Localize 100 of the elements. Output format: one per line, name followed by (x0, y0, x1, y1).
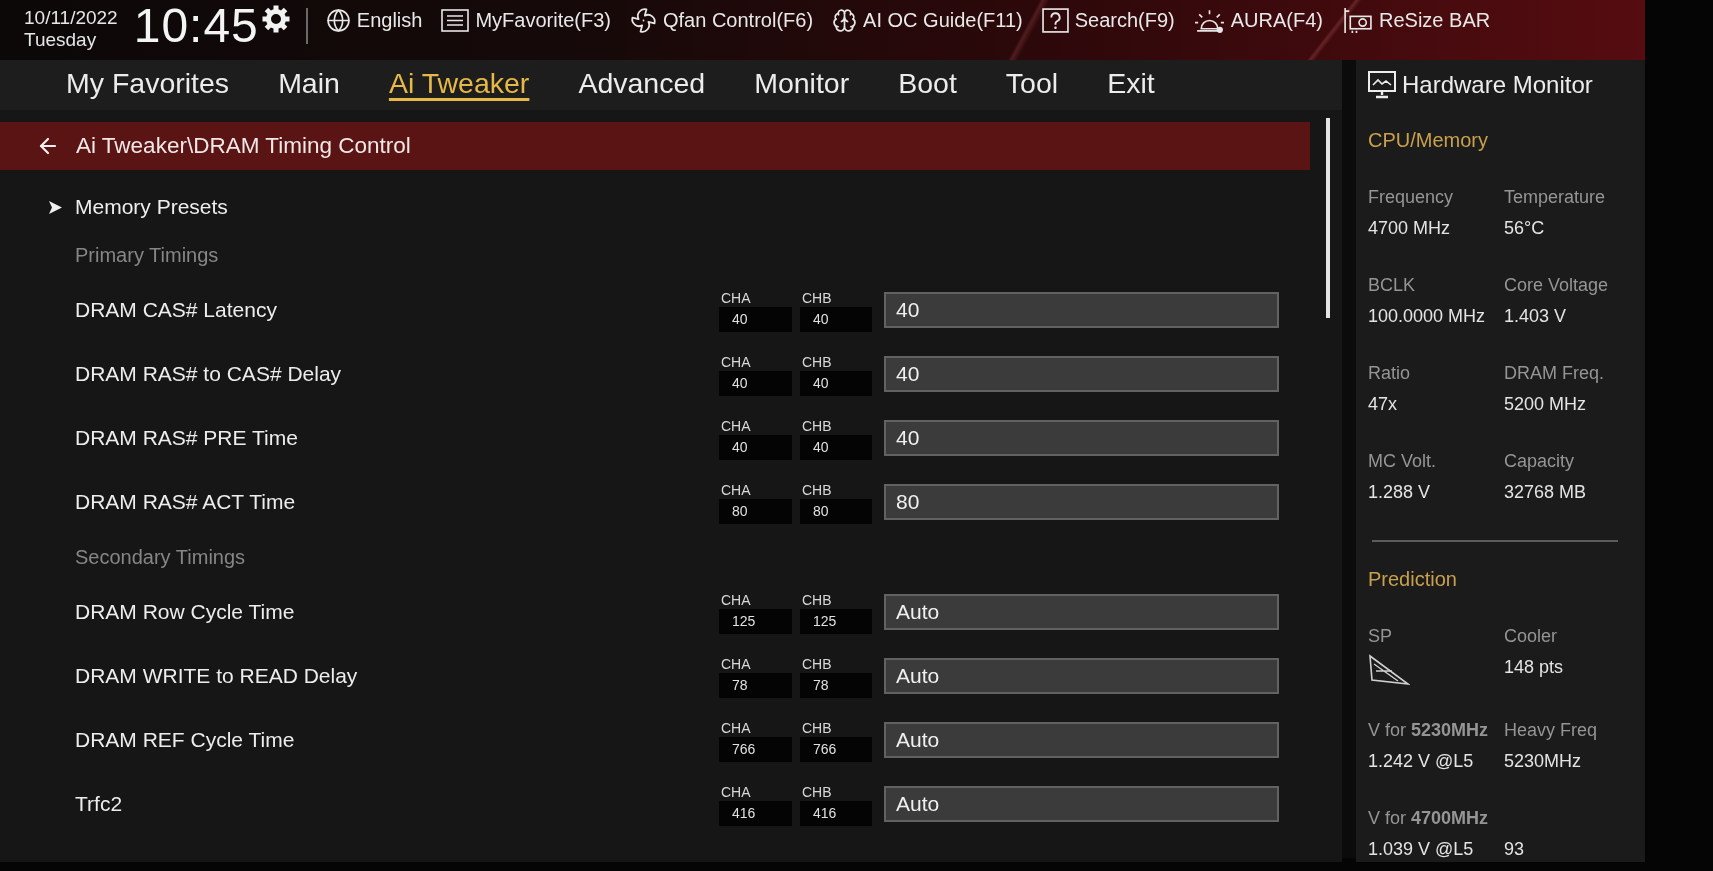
date-text: 10/11/2022 (24, 7, 118, 29)
channel-value: 766 (719, 736, 792, 762)
stat-label: Cooler (1504, 625, 1558, 648)
channel-label: CHB (801, 782, 832, 801)
channel-label: CHB (801, 480, 832, 499)
stat-label: Temperature (1504, 186, 1606, 209)
channel-label: CHA (720, 782, 751, 801)
triangle-icon (1368, 654, 1410, 686)
channel-value: 40 (800, 434, 872, 460)
value-field[interactable]: 40 (884, 292, 1279, 328)
menu-tab[interactable]: Ai Tweaker (388, 63, 530, 107)
channel-label: CHB (801, 352, 832, 371)
channel-value: 416 (800, 800, 872, 826)
lamp-icon (1193, 7, 1225, 33)
question-icon (1041, 7, 1069, 33)
toolbar-button[interactable]: ReSize BAR (1342, 6, 1491, 34)
channel-value: 78 (800, 672, 872, 698)
menu-tab[interactable]: Boot (898, 63, 957, 107)
list-icon (441, 8, 470, 32)
stat-value: 1.403 V (1504, 305, 1567, 328)
menu-tab[interactable]: Advanced (578, 63, 706, 107)
stat-label: SP (1368, 625, 1392, 648)
toolbar-button[interactable]: Qfan Control(F6) (630, 6, 814, 34)
toolbar-button[interactable]: MyFavorite(F3) (441, 8, 611, 32)
channel-label: CHA (720, 288, 751, 307)
channel-label: CHA (720, 718, 751, 737)
value-field[interactable]: 80 (884, 484, 1279, 520)
stat-label: Ratio (1368, 362, 1411, 385)
channel-value: 80 (719, 498, 792, 524)
value-field[interactable]: Auto (884, 594, 1279, 630)
section-heading: Secondary Timings (75, 545, 246, 569)
day-text: Tuesday (24, 29, 97, 51)
channel-label: CHB (801, 416, 832, 435)
stat-label: Frequency (1368, 186, 1454, 209)
stat-label: DRAM Freq. (1504, 362, 1604, 385)
stat-label: Core Voltage (1504, 274, 1609, 297)
submenu-item[interactable]: Memory Presets (0, 182, 228, 232)
setting-label: DRAM REF Cycle Time (75, 728, 295, 752)
toolbar-button[interactable]: Search(F9) (1041, 7, 1175, 33)
stat-value: 5200 MHz (1504, 393, 1587, 416)
channel-label: CHA (720, 480, 751, 499)
settings-icon[interactable] (261, 5, 290, 33)
stat-value: 1.242 V @L5 (1368, 750, 1474, 773)
stat-value: 32768 MB (1504, 481, 1587, 504)
channel-label: CHB (801, 288, 832, 307)
channel-label: CHB (801, 654, 832, 673)
channel-value: 125 (719, 608, 792, 634)
globe-icon (325, 7, 351, 33)
arrowhead-icon (49, 200, 62, 214)
menu-tab[interactable]: Main (278, 63, 340, 107)
channel-value: 40 (719, 434, 792, 460)
stat-value: 5230MHz (1504, 750, 1582, 773)
stat-value: 100.0000 MHz (1368, 305, 1486, 328)
channel-value: 40 (800, 306, 872, 332)
channel-value: 80 (800, 498, 872, 524)
channel-value: 40 (719, 306, 792, 332)
monitor-icon (1368, 71, 1396, 99)
channel-label: CHB (801, 590, 832, 609)
stat-value: 1.288 V (1368, 481, 1431, 504)
setting-label: DRAM Row Cycle Time (75, 600, 295, 624)
menu-tab[interactable]: Exit (1107, 63, 1155, 107)
setting-label: DRAM RAS# to CAS# Delay (75, 362, 342, 386)
toolbar-button[interactable]: English (325, 7, 423, 33)
channel-label: CHA (720, 352, 751, 371)
clock-time: 10:45 (133, 2, 259, 50)
setting-label: DRAM WRITE to READ Delay (75, 664, 358, 688)
stat-label: BCLK (1368, 274, 1416, 297)
channel-label: CHA (720, 654, 751, 673)
toolbar-button[interactable]: AI OC Guide(F11) (832, 7, 1023, 33)
fan-icon (630, 6, 657, 34)
toolbar-button[interactable]: AURA(F4) (1193, 7, 1323, 33)
menu-tab[interactable]: Monitor (754, 63, 850, 107)
panel-title: Hardware Monitor (1402, 71, 1593, 99)
value-field[interactable]: Auto (884, 786, 1279, 822)
channel-value: 78 (719, 672, 792, 698)
menu-tab[interactable]: Tool (1005, 63, 1059, 107)
stat-value: 47x (1368, 393, 1398, 416)
stat-value: 4700 MHz (1368, 217, 1451, 240)
channel-label: CHB (801, 718, 832, 737)
channel-label: CHA (720, 590, 751, 609)
card-icon (1342, 6, 1373, 34)
section-heading: Primary Timings (75, 243, 219, 267)
stat-value: 148 pts (1504, 656, 1564, 679)
scrollbar[interactable] (1326, 118, 1330, 318)
channel-value: 40 (800, 370, 872, 396)
setting-label: DRAM RAS# PRE Time (75, 426, 298, 450)
channel-value: 416 (719, 800, 792, 826)
value-field[interactable]: Auto (884, 722, 1279, 758)
breadcrumb-text: Ai Tweaker\DRAM Timing Control (76, 133, 411, 159)
value-field[interactable]: Auto (884, 658, 1279, 694)
menu-tab[interactable]: My Favorites (66, 63, 230, 107)
stat-value: 1.039 V @L5 (1368, 838, 1474, 861)
stat-label: V for 5230MHz (1368, 719, 1489, 742)
channel-value: 125 (800, 608, 872, 634)
value-field[interactable]: 40 (884, 356, 1279, 392)
channel-value: 766 (800, 736, 872, 762)
value-field[interactable]: 40 (884, 420, 1279, 456)
brain-icon (832, 7, 858, 33)
channel-label: CHA (720, 416, 751, 435)
section-title: Prediction (1368, 567, 1457, 592)
